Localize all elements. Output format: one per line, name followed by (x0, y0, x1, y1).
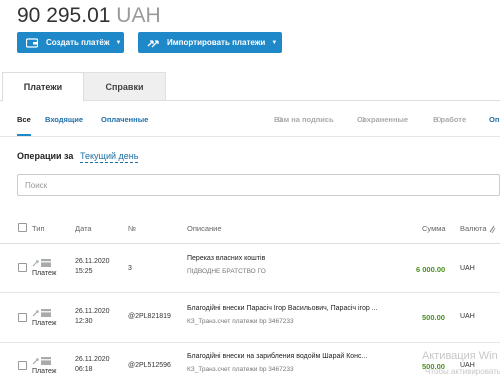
chevron-down-icon: ▼ (115, 39, 122, 46)
row-number: @2PL512596 (128, 362, 171, 369)
create-payment-label: Создать платёж (46, 38, 110, 47)
row-time: 15:25 (75, 268, 93, 275)
subtabs-bar: Все Входящие Оплаченные Вам на подпись 0 … (0, 115, 500, 129)
chevron-down-icon: ▼ (271, 39, 278, 46)
row-counterparty: ПІДВОДНЕ БРАТСТВО ГО (187, 268, 266, 275)
row-date: 26.11.2020 (75, 258, 110, 265)
row-amount: 6 000.00 (416, 265, 446, 274)
header-currency[interactable]: Валюта (460, 224, 487, 233)
row-number: @2PL821819 (128, 313, 171, 320)
subtab-more[interactable]: Оп (489, 115, 499, 124)
balance-amount: 90 295.01 (17, 4, 111, 27)
row-date: 26.11.2020 (75, 356, 110, 363)
scroll-handle-icon[interactable] (488, 225, 496, 233)
row-currency: UAH (460, 265, 475, 272)
row-counterparty: КЗ_Транз.счет платежи bp 3467233 (187, 318, 294, 325)
header-type[interactable]: Тип (32, 224, 45, 233)
row-amount: 500.00 (422, 313, 445, 322)
subtab-to-sign-count: 0 (278, 115, 283, 124)
row-checkbox[interactable] (18, 313, 27, 322)
table-row[interactable]: Платеж 26.11.2020 12:30 @2PL821819 Благо… (0, 293, 500, 343)
row-number: 3 (128, 265, 132, 272)
tab-references[interactable]: Справки (84, 72, 166, 101)
operations-label: Операции за (17, 151, 74, 161)
row-time: 12:30 (75, 318, 93, 325)
table-row[interactable]: Платеж 26.11.2020 15:25 3 Переказ власни… (0, 244, 500, 294)
payment-type-icon (32, 259, 51, 267)
row-type: Платеж (32, 320, 57, 327)
subtab-paid[interactable]: Оплаченные (101, 115, 148, 124)
row-description: Благодійні внески Парасіч Ігор Васильови… (187, 305, 378, 312)
subtab-incoming[interactable]: Входящие (45, 115, 83, 124)
header-amount[interactable]: Сумма (422, 224, 446, 233)
search-input[interactable]: Поиск (17, 174, 500, 196)
header-number[interactable]: № (128, 224, 136, 233)
active-subtab-indicator (17, 134, 31, 136)
row-counterparty: КЗ_Транз.счет платежи bp 3467233 (187, 366, 294, 373)
payment-type-icon (32, 309, 51, 317)
period-selector[interactable]: Текущий день (80, 151, 139, 163)
row-checkbox[interactable] (18, 361, 27, 370)
account-balance: 90 295.01 UAH (17, 4, 161, 28)
row-description: Благодійні внески на зарибления водойм Ш… (187, 353, 368, 360)
import-payments-label: Импортировать платежи (167, 38, 266, 47)
create-payment-button[interactable]: Создать платёж ▼ (17, 32, 124, 53)
row-currency: UAH (460, 313, 475, 320)
select-all-checkbox[interactable] (18, 223, 27, 232)
row-checkbox[interactable] (18, 263, 27, 272)
subtab-in-work-count: 0 (437, 115, 442, 124)
header-date[interactable]: Дата (75, 224, 92, 233)
row-description: Переказ власних коштів (187, 255, 266, 262)
row-type: Платеж (32, 270, 57, 277)
subtab-saved-count: 0 (361, 115, 366, 124)
activation-watermark: Активация Win (422, 350, 498, 362)
row-date: 26.11.2020 (75, 308, 110, 315)
row-time: 06:18 (75, 366, 93, 373)
balance-currency: UAH (116, 4, 161, 27)
activation-watermark-subtext: Чтобы активировать (425, 367, 500, 376)
payment-type-icon (32, 357, 51, 365)
subtabs-divider (0, 136, 500, 137)
tab-payments[interactable]: Платежи (2, 72, 84, 102)
subtab-to-sign-label: Вам на подпись (274, 115, 334, 124)
subtab-all[interactable]: Все (17, 115, 31, 124)
import-arrow-icon (147, 39, 159, 47)
import-payments-button[interactable]: Импортировать платежи ▼ (138, 32, 282, 53)
wallet-icon (26, 37, 38, 48)
row-type: Платеж (32, 368, 57, 375)
header-description[interactable]: Описание (187, 224, 222, 233)
